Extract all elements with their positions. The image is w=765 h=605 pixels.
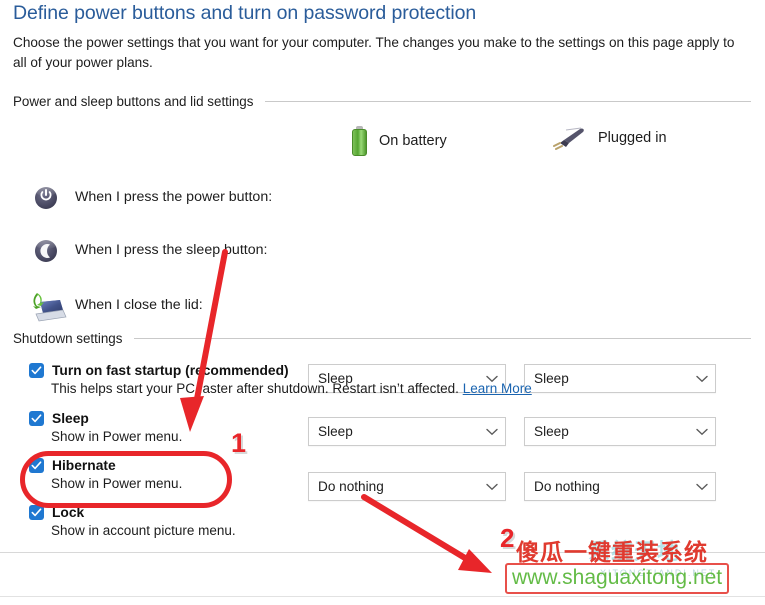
- power-button-icon: [29, 181, 65, 217]
- section-header-shutdown-label: Shutdown settings: [13, 331, 123, 346]
- section-divider: [134, 338, 751, 339]
- shutdown-item-title: Lock: [52, 504, 85, 520]
- shutdown-item-subtitle: Show in Power menu.: [51, 476, 183, 491]
- battery-icon: [352, 126, 367, 156]
- chevron-down-icon: [689, 483, 715, 491]
- shutdown-item-subtitle: Show in account picture menu.: [51, 523, 236, 538]
- laptop-lid-icon: [27, 290, 67, 324]
- checkbox-lock[interactable]: [29, 504, 44, 520]
- content-divider-lower: [0, 596, 765, 597]
- watermark-url: www.shaguaxitong.net: [512, 566, 723, 589]
- annotation-marker-2: 2: [500, 523, 515, 553]
- section-header-power-sleep-label: Power and sleep buttons and lid settings: [13, 94, 254, 109]
- dropdown-value: Sleep: [534, 371, 569, 386]
- section-divider: [265, 101, 751, 102]
- dropdown-value: Do nothing: [318, 479, 384, 494]
- dropdown-close-lid-on-battery[interactable]: Do nothing: [308, 472, 506, 501]
- section-header-shutdown: Shutdown settings: [13, 331, 751, 346]
- dropdown-value: Do nothing: [534, 479, 600, 494]
- watermark-chinese-text: 傻瓜一键重装系统: [516, 539, 708, 565]
- background-watermark-subtext: XITONGTIANDI.NET: [600, 568, 717, 578]
- content-divider-upper: [0, 552, 765, 553]
- shutdown-item-title: Sleep: [52, 410, 89, 426]
- section-header-power-sleep: Power and sleep buttons and lid settings: [13, 94, 751, 109]
- chevron-down-icon: [479, 428, 505, 436]
- dropdown-sleep-button-on-battery[interactable]: Sleep: [308, 417, 506, 446]
- setting-label-sleep-button: When I press the sleep button:: [75, 242, 268, 258]
- checkbox-sleep[interactable]: [29, 410, 44, 426]
- shutdown-item-fast-startup: Turn on fast startup (recommended) This …: [29, 361, 532, 396]
- checkbox-fast-startup[interactable]: [29, 362, 44, 378]
- learn-more-link[interactable]: Learn More: [463, 381, 532, 396]
- setting-label-close-lid: When I close the lid:: [75, 297, 203, 313]
- setting-row-sleep-button: When I press the sleep button: Sleep Sle…: [0, 233, 765, 446]
- chevron-down-icon: [479, 483, 505, 491]
- dropdown-close-lid-plugged-in[interactable]: Do nothing: [524, 472, 716, 501]
- checkbox-hibernate[interactable]: [29, 457, 44, 473]
- column-header-plugged-in-label: Plugged in: [598, 130, 667, 146]
- shutdown-item-title: Turn on fast startup (recommended): [52, 362, 289, 378]
- background-watermark-text: 系统天地: [588, 539, 681, 564]
- shutdown-item-lock: Lock Show in account picture menu.: [29, 503, 236, 538]
- dropdown-sleep-button-plugged-in[interactable]: Sleep: [524, 417, 716, 446]
- column-header-on-battery-label: On battery: [379, 133, 447, 149]
- shutdown-item-header[interactable]: Turn on fast startup (recommended): [29, 361, 532, 379]
- shutdown-item-hibernate: Hibernate Show in Power menu.: [29, 456, 182, 491]
- annotation-arrow-2: [361, 494, 492, 573]
- shutdown-item-subtitle: This helps start your PC faster after sh…: [51, 381, 532, 396]
- watermark-url-box: www.shaguaxitong.net: [505, 563, 730, 594]
- page-title: Define power buttons and turn on passwor…: [13, 2, 477, 24]
- shutdown-item-subtitle: Show in Power menu.: [51, 429, 183, 444]
- shutdown-item-title: Hibernate: [52, 457, 116, 473]
- annotation-marker-1: 1: [231, 428, 247, 458]
- shutdown-item-subtitle-text: This helps start your PC faster after sh…: [51, 381, 459, 396]
- shutdown-item-header[interactable]: Lock: [29, 503, 236, 521]
- shutdown-item-header[interactable]: Sleep: [29, 409, 182, 427]
- power-options-page: Define power buttons and turn on passwor…: [0, 0, 765, 600]
- page-description: Choose the power settings that you want …: [13, 35, 735, 70]
- power-plug-icon: [552, 126, 586, 150]
- dropdown-value: Sleep: [534, 424, 569, 439]
- chevron-down-icon: [689, 375, 715, 383]
- setting-row-power-button: When I press the power button: Sleep Sle…: [0, 180, 765, 393]
- dropdown-value: Sleep: [318, 424, 353, 439]
- dropdown-power-button-plugged-in[interactable]: Sleep: [524, 364, 716, 393]
- shutdown-item-sleep: Sleep Show in Power menu.: [29, 409, 182, 444]
- sleep-button-icon: [29, 234, 65, 270]
- setting-row-close-lid: When I close the lid: Do nothing Do noth…: [0, 288, 765, 501]
- column-header-on-battery: On battery: [352, 126, 447, 156]
- chevron-down-icon: [689, 428, 715, 436]
- column-header-plugged-in: Plugged in: [552, 126, 667, 150]
- setting-label-power-button: When I press the power button:: [75, 189, 273, 205]
- shutdown-item-header[interactable]: Hibernate: [29, 456, 182, 474]
